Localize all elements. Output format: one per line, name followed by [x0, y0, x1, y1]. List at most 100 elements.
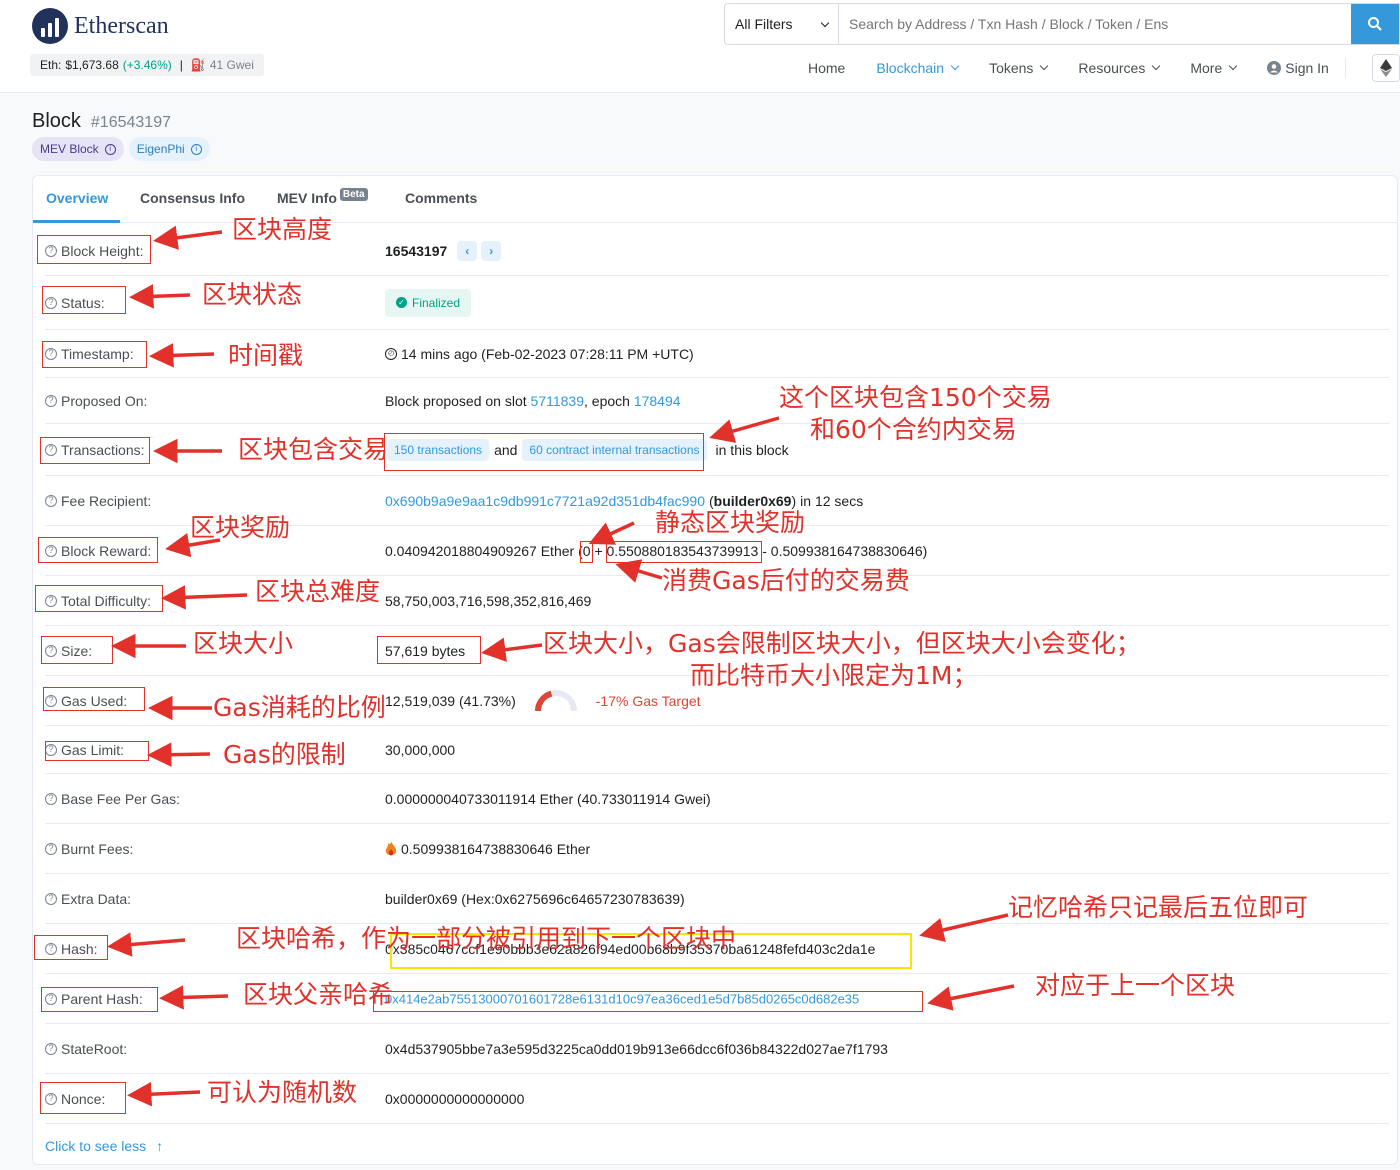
- label-text: Extra Data:: [61, 890, 132, 907]
- nav-divider: [1344, 57, 1346, 79]
- label-total-difficulty: ? Total Difficulty:: [45, 593, 151, 609]
- proposed-mid: , epoch: [584, 392, 630, 409]
- eigenphi-badge[interactable]: EigenPhi i: [128, 137, 210, 161]
- see-less-link[interactable]: Click to see less ↑: [45, 1138, 163, 1154]
- help-icon[interactable]: ?: [45, 842, 57, 855]
- help-icon[interactable]: ?: [45, 1092, 57, 1105]
- info-icon: i: [104, 143, 116, 155]
- tab-mev-info[interactable]: MEV Info Beta: [277, 188, 368, 206]
- annotation-note: 可认为随机数: [207, 1078, 358, 1107]
- help-icon[interactable]: ?: [45, 296, 57, 309]
- base-fee-value: 0.000000040733011914 Ether (40.733011914…: [385, 790, 711, 807]
- label-transactions: ? Transactions:: [45, 442, 145, 458]
- value-size: 57,619 bytes: [385, 643, 465, 659]
- tab-comments[interactable]: Comments: [405, 190, 477, 206]
- label-base-fee: ? Base Fee Per Gas:: [45, 791, 180, 807]
- annotation-note: 区块总难度: [255, 577, 381, 606]
- block-number: #16543197: [90, 114, 171, 131]
- label-text: Status:: [61, 294, 105, 311]
- label-block-reward: ? Block Reward:: [45, 543, 151, 559]
- label-block-height: ? Block Height:: [45, 243, 143, 259]
- tab-overview[interactable]: Overview: [46, 190, 108, 206]
- mev-badge-label: MEV Block: [40, 142, 99, 156]
- eth-price[interactable]: $1,673.68: [65, 58, 118, 72]
- nav-tokens[interactable]: Tokens: [989, 60, 1049, 76]
- gas-limit-value: 30,000,000: [385, 741, 456, 758]
- annotation-note: Gas消耗的比例: [213, 693, 386, 722]
- next-block-button[interactable]: ›: [481, 240, 502, 261]
- gas-pump-icon: ⛽: [190, 58, 206, 72]
- help-icon[interactable]: ?: [45, 1042, 57, 1055]
- sign-in-label: Sign In: [1285, 60, 1329, 76]
- label-fee-recipient: ? Fee Recipient:: [45, 493, 151, 509]
- search-button[interactable]: [1351, 4, 1399, 44]
- previous-block-button[interactable]: ‹: [457, 240, 478, 261]
- burnt-fees-value: 0.509938164738830646 Ether: [401, 840, 591, 857]
- label-text: Size:: [61, 642, 93, 659]
- help-icon[interactable]: ?: [45, 594, 57, 607]
- help-icon[interactable]: ?: [45, 644, 57, 657]
- help-icon[interactable]: ?: [45, 544, 57, 557]
- help-icon[interactable]: ?: [45, 743, 57, 756]
- nav-resources[interactable]: Resources: [1078, 60, 1161, 76]
- label-nonce: ? Nonce:: [45, 1091, 105, 1107]
- help-icon[interactable]: ?: [45, 992, 57, 1005]
- filter-select[interactable]: All Filters: [725, 4, 839, 44]
- info-icon: i: [190, 143, 202, 155]
- size-value: 57,619 bytes: [385, 642, 466, 659]
- gas-used-value: 12,519,039 (41.73%): [385, 692, 516, 709]
- internal-transactions-link[interactable]: 60 contract internal transactions: [522, 438, 707, 461]
- nav-home[interactable]: Home: [808, 60, 845, 76]
- gas-price[interactable]: 41 Gwei: [210, 58, 254, 72]
- nav-tokens-label: Tokens: [989, 60, 1034, 76]
- label-hash: ? Hash:: [45, 941, 98, 957]
- label-text: Proposed On:: [61, 392, 148, 409]
- annotation-note: 记忆哈希只记最后五位即可: [1008, 893, 1309, 922]
- mev-block-badge[interactable]: MEV Block i: [32, 137, 124, 161]
- sign-in-link[interactable]: Sign In: [1267, 60, 1329, 76]
- value-base-fee: 0.000000040733011914 Ether (40.733011914…: [385, 791, 711, 807]
- help-icon[interactable]: ?: [45, 347, 57, 360]
- nav-blockchain-label: Blockchain: [876, 60, 945, 76]
- logo-text: Etherscan: [74, 12, 169, 39]
- epoch-link[interactable]: 178494: [634, 393, 681, 409]
- annotation-note: 这个区块包含150个交易: [779, 383, 1052, 412]
- tab-consensus-info[interactable]: Consensus Info: [140, 190, 245, 206]
- status-text: Finalized: [412, 295, 461, 310]
- slot-link[interactable]: 5711839: [531, 393, 584, 409]
- help-icon[interactable]: ?: [45, 892, 57, 905]
- help-icon[interactable]: ?: [45, 694, 57, 707]
- network-switch-button[interactable]: [1372, 54, 1400, 82]
- help-icon[interactable]: ?: [45, 942, 57, 955]
- transactions-link[interactable]: 150 transactions: [387, 438, 490, 461]
- value-extra-data: builder0x69 (Hex:0x6275696c6465723078363…: [385, 891, 685, 907]
- help-icon[interactable]: ?: [45, 443, 57, 456]
- help-icon[interactable]: ?: [45, 244, 57, 257]
- burnt-fees-subtract: - 0.509938164738830646): [762, 542, 928, 559]
- value-burnt-fees: 0.509938164738830646 Ether: [385, 840, 591, 857]
- user-icon: [1267, 61, 1282, 75]
- help-icon[interactable]: ?: [45, 394, 57, 407]
- value-gas-limit: 30,000,000: [385, 742, 455, 758]
- parent-hash-link[interactable]: 0x414e2ab75513000701601728e6131d10c97ea3…: [385, 991, 859, 1006]
- annotation-note: 区块高度: [232, 215, 333, 244]
- arrow-up-icon: ↑: [156, 1138, 164, 1154]
- row-base-fee: ? Base Fee Per Gas: 0.000000040733011914 …: [45, 774, 1389, 824]
- annotation-note: 区块奖励: [190, 513, 291, 542]
- gas-gauge-fill: [534, 690, 553, 711]
- help-icon[interactable]: ?: [45, 494, 57, 507]
- annotation-note: Gas的限制: [223, 740, 346, 769]
- nav-more[interactable]: More: [1190, 60, 1238, 76]
- see-less-label: Click to see less: [45, 1138, 147, 1154]
- reward-plus: +: [594, 542, 603, 559]
- chevron-down-icon: [950, 61, 960, 71]
- clock-icon: ◴: [385, 347, 397, 360]
- label-state-root: ? StateRoot:: [45, 1041, 127, 1057]
- help-icon[interactable]: ?: [45, 792, 57, 805]
- label-gas-limit: ? Gas Limit:: [45, 742, 124, 758]
- annotation-note: 区块状态: [202, 280, 303, 309]
- etherscan-logo[interactable]: Etherscan: [32, 8, 169, 44]
- nav-blockchain[interactable]: Blockchain: [876, 60, 960, 76]
- value-status: ✓ Finalized: [385, 288, 472, 317]
- search-input[interactable]: [839, 4, 1351, 44]
